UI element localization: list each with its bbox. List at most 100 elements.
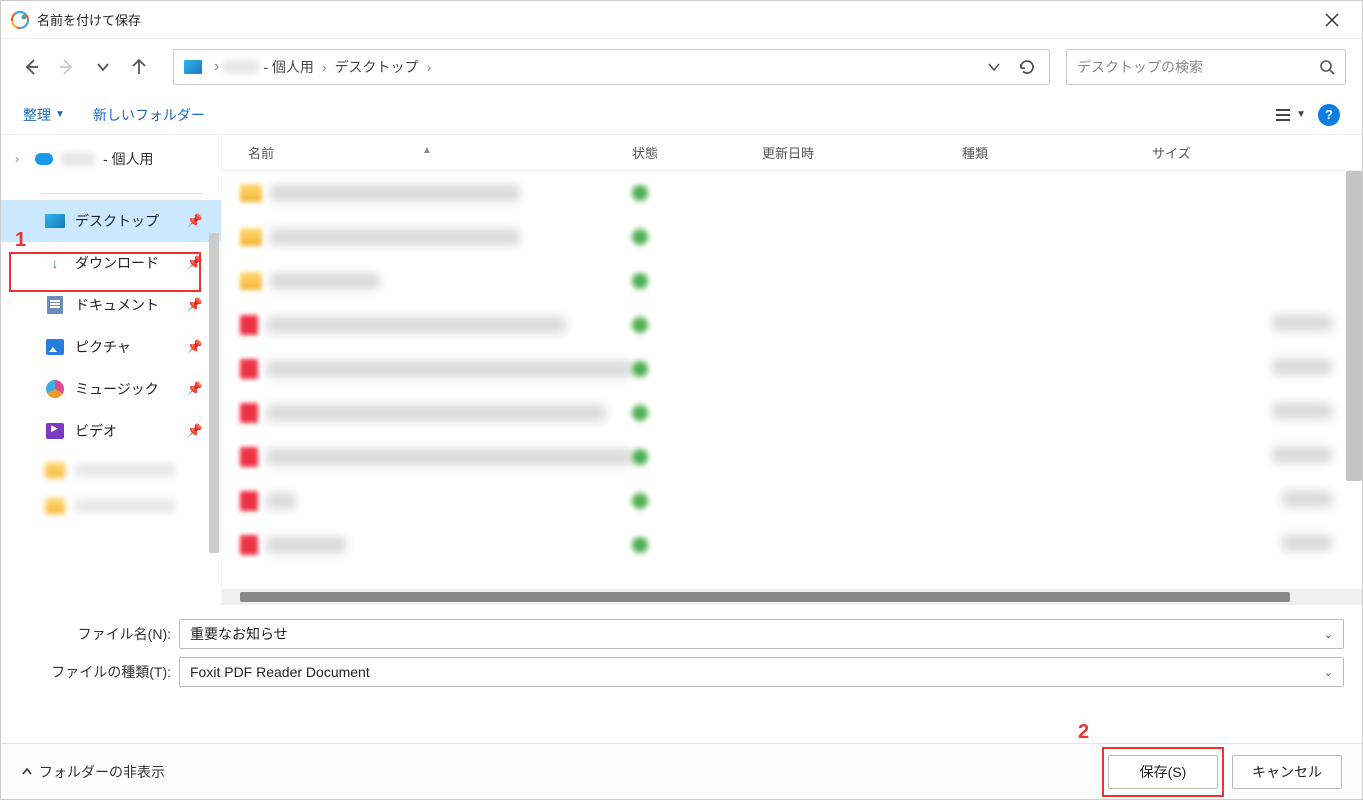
redacted-text [266, 537, 346, 553]
redacted-text [270, 273, 380, 289]
sort-indicator-icon: ▲ [422, 145, 432, 156]
filetype-value: Foxit PDF Reader Document [190, 664, 370, 680]
file-icon [240, 403, 258, 423]
redacted-text [1282, 491, 1332, 507]
column-state[interactable]: 状態 [632, 143, 762, 162]
column-size[interactable]: サイズ [1152, 143, 1362, 162]
tree-onedrive[interactable]: › - 個人用 [1, 141, 221, 177]
file-list-scrollbar-horizontal[interactable] [222, 589, 1362, 605]
sync-status-icon [632, 229, 648, 245]
redacted-text [75, 499, 175, 513]
close-button[interactable] [1312, 1, 1352, 39]
onedrive-icon [35, 153, 53, 165]
view-options-button[interactable]: ▼ [1274, 107, 1306, 123]
sidebar-item-downloads[interactable]: ↓ ダウンロード 📌 [1, 242, 221, 284]
main-area: › - 個人用 デスクトップ 📌 ↓ ダウンロード 📌 ドキュメント 📌 ピクチ… [1, 135, 1362, 605]
refresh-button[interactable] [1015, 55, 1039, 79]
sidebar-item-redacted[interactable] [1, 452, 221, 488]
file-list: 名前▲ 状態 更新日時 種類 サイズ [221, 135, 1362, 605]
redacted-text [75, 463, 175, 477]
hide-folders-toggle[interactable]: フォルダーの非表示 [21, 762, 165, 782]
forward-button[interactable] [53, 53, 81, 81]
list-view-icon [1274, 107, 1294, 123]
file-icon [240, 315, 258, 335]
sidebar-item-label: ダウンロード [75, 253, 159, 273]
breadcrumb[interactable]: › - 個人用 › デスクトップ › [173, 49, 1050, 85]
redacted-text [266, 449, 632, 465]
file-list-header: 名前▲ 状態 更新日時 種類 サイズ [222, 135, 1362, 171]
organize-menu[interactable]: 整理 ▼ [23, 105, 65, 125]
file-row[interactable] [222, 479, 1362, 523]
file-row[interactable] [222, 303, 1362, 347]
sync-status-icon [632, 273, 648, 289]
redacted-text [270, 229, 520, 245]
redacted-text [1272, 315, 1332, 331]
file-row[interactable] [222, 435, 1362, 479]
sync-status-icon [632, 405, 648, 421]
footer: フォルダーの非表示 2 保存(S) キャンセル [1, 743, 1362, 799]
titlebar: 名前を付けて保存 [1, 1, 1362, 39]
file-row[interactable] [222, 391, 1362, 435]
arrow-up-icon [130, 58, 148, 76]
breadcrumb-separator: › [214, 58, 219, 76]
folder-icon [240, 272, 262, 290]
column-type[interactable]: 種類 [962, 143, 1152, 162]
file-list-scrollbar-vertical[interactable] [1346, 171, 1362, 481]
save-button[interactable]: 保存(S) [1108, 755, 1218, 789]
search-input[interactable] [1077, 59, 1319, 75]
sidebar-item-label: ミュージック [75, 379, 159, 399]
file-icon [240, 447, 258, 467]
dropdown-caret-icon: ▼ [55, 109, 65, 120]
file-row[interactable] [222, 347, 1362, 391]
up-button[interactable] [125, 53, 153, 81]
pin-icon: 📌 [187, 297, 203, 313]
sidebar: › - 個人用 デスクトップ 📌 ↓ ダウンロード 📌 ドキュメント 📌 ピクチ… [1, 135, 221, 605]
sidebar-item-label: ピクチャ [75, 337, 131, 357]
pin-icon: 📌 [187, 213, 203, 229]
help-button[interactable]: ? [1318, 104, 1340, 126]
filetype-label: ファイルの種類(T): [19, 662, 179, 682]
redacted-text [266, 405, 606, 421]
sidebar-item-redacted[interactable] [1, 488, 221, 524]
sidebar-item-desktop[interactable]: デスクトップ 📌 [1, 200, 221, 242]
sidebar-item-pictures[interactable]: ピクチャ 📌 [1, 326, 221, 368]
file-row[interactable] [222, 171, 1362, 215]
file-row[interactable] [222, 215, 1362, 259]
sidebar-scrollbar[interactable] [209, 233, 219, 553]
cancel-button[interactable]: キャンセル [1232, 755, 1342, 789]
document-icon [47, 296, 63, 314]
sidebar-item-label: デスクトップ [75, 211, 159, 231]
sync-status-icon [632, 449, 648, 465]
music-icon [46, 380, 64, 398]
sidebar-item-music[interactable]: ミュージック 📌 [1, 368, 221, 410]
file-icon [240, 491, 258, 511]
annotation-2: 2 [1078, 721, 1089, 744]
filetype-select[interactable]: Foxit PDF Reader Document ⌄ [179, 657, 1344, 687]
back-button[interactable] [17, 53, 45, 81]
redacted-text [266, 317, 566, 333]
toolbar: 整理 ▼ 新しいフォルダー ▼ ? [1, 95, 1362, 135]
redacted-text [266, 493, 296, 509]
dropdown-caret-icon[interactable]: ⌄ [1324, 628, 1333, 641]
file-row[interactable] [222, 259, 1362, 303]
chevron-down-icon[interactable] [987, 60, 1001, 74]
column-date[interactable]: 更新日時 [762, 143, 962, 162]
save-inputs: ファイル名(N): 重要なお知らせ ⌄ ファイルの種類(T): Foxit PD… [1, 605, 1362, 701]
new-folder-button[interactable]: 新しいフォルダー [93, 105, 205, 125]
dropdown-caret-icon[interactable]: ⌄ [1324, 666, 1333, 679]
folder-icon [240, 228, 262, 246]
file-row[interactable] [222, 523, 1362, 567]
recent-button[interactable] [89, 53, 117, 81]
pin-icon: 📌 [187, 423, 203, 439]
sidebar-item-video[interactable]: ビデオ 📌 [1, 410, 221, 452]
filename-input[interactable]: 重要なお知らせ ⌄ [179, 619, 1344, 649]
file-list-body[interactable] [222, 171, 1362, 589]
sidebar-item-documents[interactable]: ドキュメント 📌 [1, 284, 221, 326]
close-icon [1325, 13, 1339, 27]
annotation-1: 1 [15, 229, 26, 252]
file-icon [240, 359, 258, 379]
redacted-text [223, 60, 259, 74]
pictures-icon [46, 339, 64, 355]
search-box[interactable] [1066, 49, 1346, 85]
column-name[interactable]: 名前▲ [222, 143, 632, 162]
